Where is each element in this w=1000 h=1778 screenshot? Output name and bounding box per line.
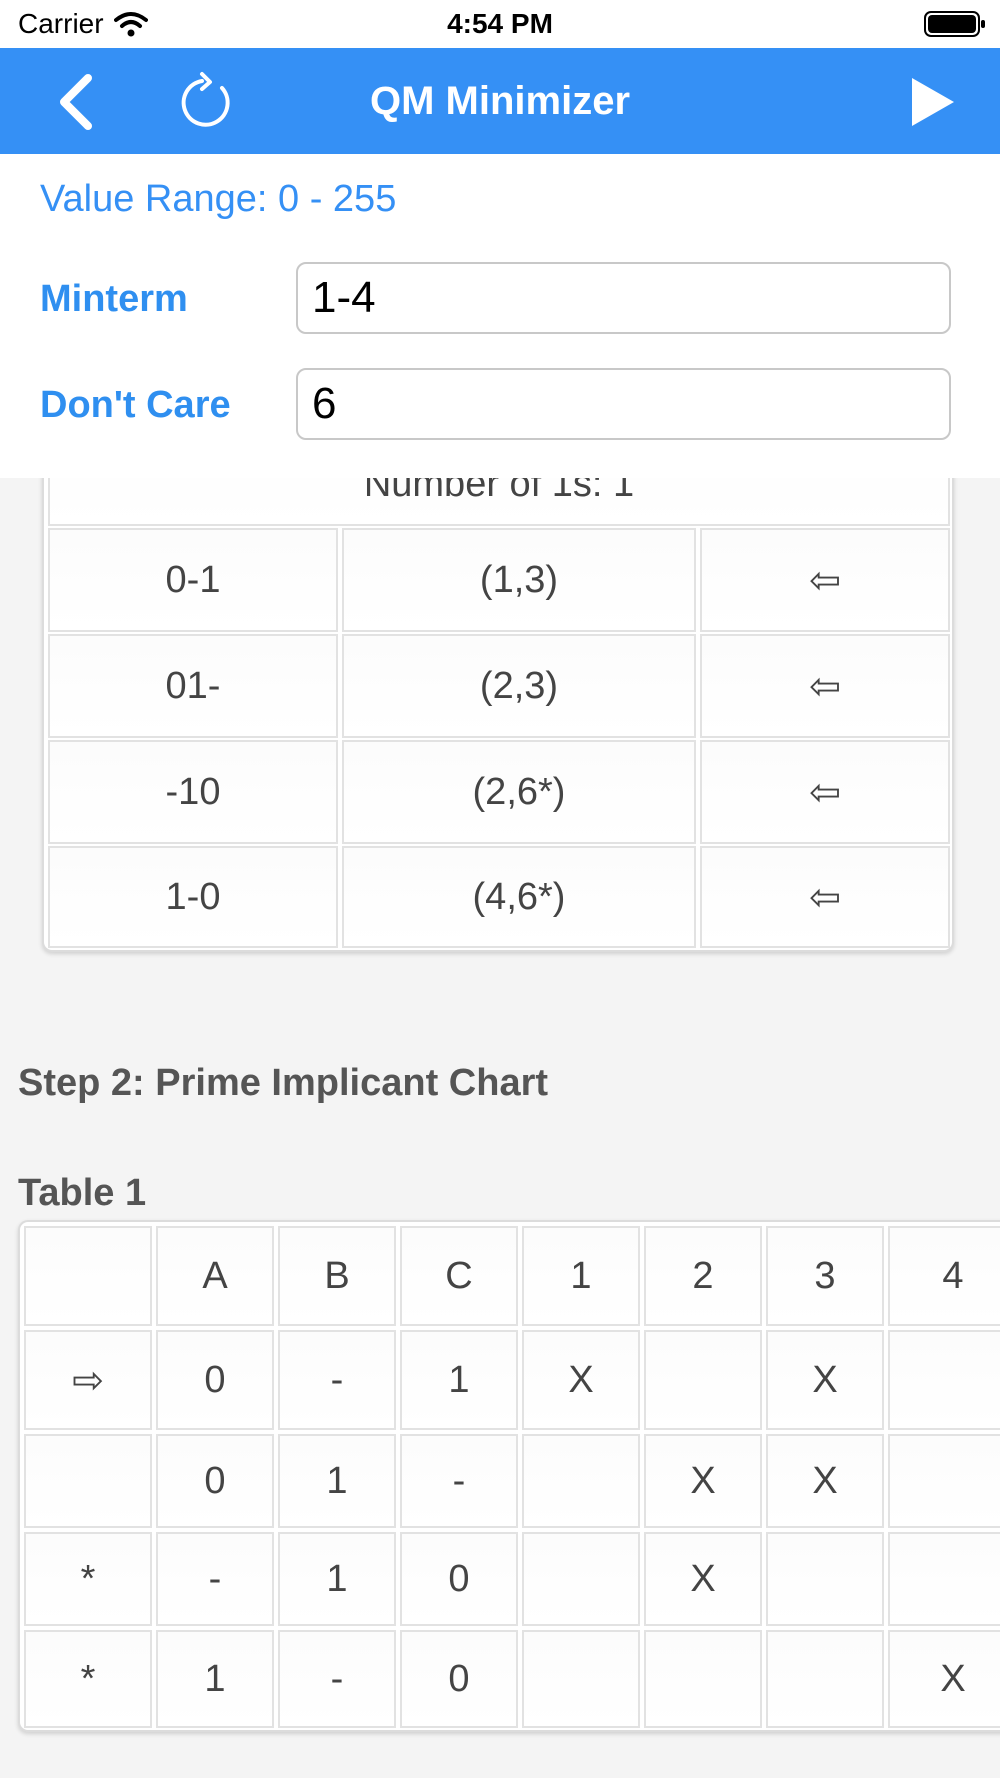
play-icon (912, 78, 954, 126)
chart-header-cell: C (400, 1226, 518, 1326)
chart-cell (766, 1532, 884, 1626)
chart-cell: ⇨ (24, 1330, 152, 1430)
step1-mark-cell[interactable]: ⇦ (700, 846, 950, 948)
chart-header-cell: 3 (766, 1226, 884, 1326)
chart-cell: 1 (400, 1330, 518, 1430)
chart-cell (766, 1630, 884, 1728)
step1-group-cell: (2,3) (342, 634, 696, 738)
chart-cell: 0 (400, 1532, 518, 1626)
chart-header-cell: A (156, 1226, 274, 1326)
chart-cell (888, 1532, 1000, 1626)
step2-title: Step 2: Prime Implicant Chart (18, 1062, 549, 1104)
chart-header-cell: 4 (888, 1226, 1000, 1326)
chart-cell: * (24, 1532, 152, 1626)
chart-cell (522, 1434, 640, 1528)
nav-title: QM Minimizer (369, 79, 631, 123)
value-range-text: Value Range: 0 - 255 (40, 178, 397, 220)
step1-term-cell: 1-0 (48, 846, 338, 948)
chart-cell (888, 1330, 1000, 1430)
step1-term-cell: 0-1 (48, 528, 338, 632)
chart-cell: - (156, 1532, 274, 1626)
chart-header-cell: 1 (522, 1226, 640, 1326)
run-button[interactable] (900, 70, 964, 134)
chart-cell: 1 (156, 1630, 274, 1728)
chart-cell: X (766, 1330, 884, 1430)
minterm-label: Minterm (40, 278, 188, 320)
step1-term-cell: -10 (48, 740, 338, 844)
minterm-input[interactable] (296, 262, 951, 334)
navigation-bar: QM Minimizer (0, 48, 1000, 154)
table1-label: Table 1 (18, 1172, 147, 1214)
step1-group-cell: (4,6*) (342, 846, 696, 948)
chart-header-cell: 2 (644, 1226, 762, 1326)
clock: 4:54 PM (447, 8, 553, 39)
chart-cell: X (644, 1532, 762, 1626)
chart-cell: 1 (278, 1434, 396, 1528)
chart-cell: 0 (156, 1434, 274, 1528)
step1-group-cell: (2,6*) (342, 740, 696, 844)
prime-implicant-chart: A B C 1 2 3 4 ⇨ 0-1 X X 0 1- X X * -1 0 X * 1-0 X (18, 1220, 1000, 1732)
battery-icon (924, 11, 985, 37)
chart-cell: X (522, 1330, 640, 1430)
chart-cell: X (888, 1630, 1000, 1728)
chart-header-cell: B (278, 1226, 396, 1326)
input-panel: Value Range: 0 - 255 Minterm Don't Care (0, 154, 1000, 478)
chart-cell: 0 (156, 1330, 274, 1430)
chart-cell (522, 1532, 640, 1626)
chart-cell (24, 1434, 152, 1528)
chart-header-cell (24, 1226, 152, 1326)
chart-cell: - (278, 1630, 396, 1728)
chart-cell: * (24, 1630, 152, 1728)
dont-care-input[interactable] (296, 368, 951, 440)
step1-mark-cell[interactable]: ⇦ (700, 634, 950, 738)
chart-cell (644, 1630, 762, 1728)
chart-cell: - (278, 1330, 396, 1430)
chart-cell: X (644, 1434, 762, 1528)
chart-cell (644, 1330, 762, 1430)
step1-table: Number of 1s: 1 0-1 (1,3) ⇦ 01- (2,3) ⇦ -10 (2,… (42, 420, 954, 952)
dont-care-label: Don't Care (40, 384, 231, 426)
step1-mark-cell[interactable]: ⇦ (700, 740, 950, 844)
step1-group-cell: (1,3) (342, 528, 696, 632)
chart-cell: - (400, 1434, 518, 1528)
step1-mark-cell[interactable]: ⇦ (700, 528, 950, 632)
chart-cell: 0 (400, 1630, 518, 1728)
chart-cell: 1 (278, 1532, 396, 1626)
chart-cell (888, 1434, 1000, 1528)
chart-cell: X (766, 1434, 884, 1528)
step1-term-cell: 01- (48, 634, 338, 738)
chart-cell (522, 1630, 640, 1728)
status-bar: Carrier 4:54 PM (0, 0, 1000, 48)
